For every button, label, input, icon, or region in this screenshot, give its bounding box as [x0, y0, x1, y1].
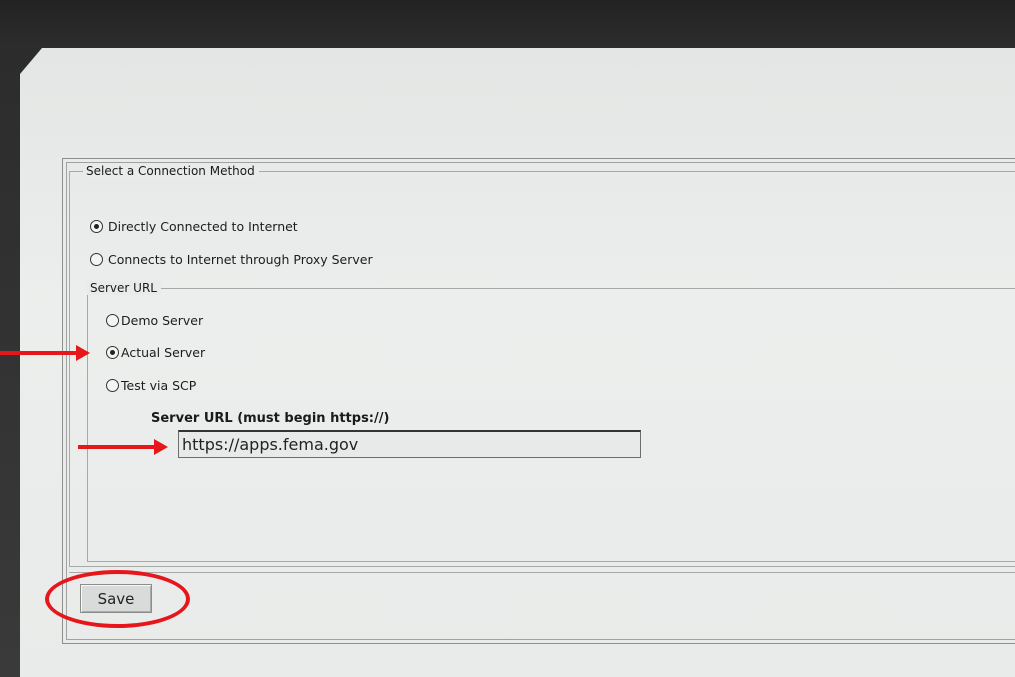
screen: Select a Connection Method Directly Conn…: [0, 0, 1015, 677]
radio-demo-server[interactable]: Demo Server: [106, 313, 203, 328]
annotation-arrow-icon: [78, 439, 168, 455]
annotation-circle-icon: [45, 570, 190, 628]
annotation-arrow-icon: [0, 345, 90, 361]
server-url-input[interactable]: [178, 430, 641, 458]
radio-label: Actual Server: [121, 345, 206, 360]
radio-direct-connection[interactable]: Directly Connected to Internet: [90, 219, 298, 234]
radio-label: Directly Connected to Internet: [108, 219, 298, 234]
radio-label: Connects to Internet through Proxy Serve…: [108, 252, 373, 267]
radio-test-scp[interactable]: Test via SCP: [106, 378, 196, 393]
radio-unchecked-icon[interactable]: [90, 253, 103, 266]
connection-method-legend: Select a Connection Method: [83, 164, 259, 178]
server-url-label: Server URL (must begin https://): [151, 411, 390, 426]
radio-checked-icon[interactable]: [90, 220, 103, 233]
radio-unchecked-icon[interactable]: [106, 314, 119, 327]
divider: [69, 572, 1015, 573]
radio-proxy-connection[interactable]: Connects to Internet through Proxy Serve…: [90, 252, 373, 267]
radio-actual-server[interactable]: Actual Server: [106, 345, 205, 360]
radio-label: Demo Server: [121, 313, 204, 328]
radio-unchecked-icon[interactable]: [106, 379, 119, 392]
server-url-legend: Server URL: [87, 281, 161, 295]
radio-checked-icon[interactable]: [106, 346, 119, 359]
radio-label: Test via SCP: [121, 378, 197, 393]
